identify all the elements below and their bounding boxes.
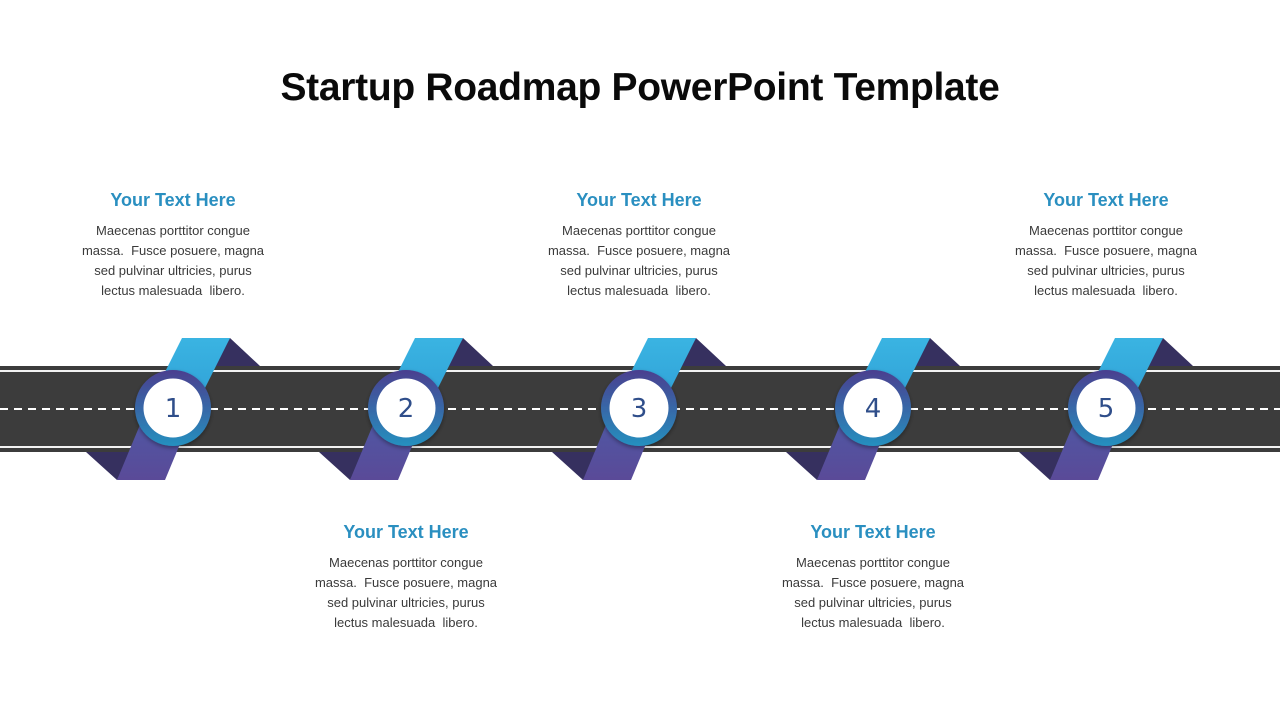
milestone-number: 3 <box>631 394 648 424</box>
milestone-number: 2 <box>398 394 415 424</box>
milestone-text-block-1: Your Text Here Maecenas porttitor congue m… <box>63 190 283 301</box>
milestone-text-block-4: Your Text Here Maecenas porttitor congue m… <box>763 522 983 633</box>
description-line: Maecenas porttitor congue <box>796 555 950 570</box>
milestone-number: 4 <box>865 394 882 424</box>
milestone-text-block-5: Your Text Here Maecenas porttitor congue m… <box>996 190 1216 301</box>
milestone-heading: Your Text Here <box>110 190 236 210</box>
description-line: sed pulvinar ultricies, purus <box>327 595 485 610</box>
description-line: Maecenas porttitor congue <box>96 223 250 238</box>
milestone-description: Maecenas porttitor congue massa. Fusce po… <box>763 553 983 633</box>
milestone-text-block-3: Your Text Here Maecenas porttitor congue m… <box>529 190 749 301</box>
road-graphic: 1 2 3 4 5 <box>0 338 1280 480</box>
milestone-description: Maecenas porttitor congue massa. Fusce po… <box>529 221 749 301</box>
milestone-heading: Your Text Here <box>343 522 469 542</box>
description-line: massa. Fusce posuere, magna <box>781 575 965 590</box>
milestone-heading: Your Text Here <box>1043 190 1169 210</box>
description-line: sed pulvinar ultricies, purus <box>794 595 952 610</box>
milestone-text-block-2: Your Text Here Maecenas porttitor congue m… <box>296 522 516 633</box>
description-line: massa. Fusce posuere, magna <box>81 243 265 258</box>
milestone-number: 1 <box>165 394 182 424</box>
description-line: lectus malesuada libero. <box>101 283 245 298</box>
description-line: lectus malesuada libero. <box>801 615 945 630</box>
milestone-description: Maecenas porttitor congue massa. Fusce po… <box>996 221 1216 301</box>
description-line: massa. Fusce posuere, magna <box>547 243 731 258</box>
description-line: sed pulvinar ultricies, purus <box>94 263 252 278</box>
description-line: Maecenas porttitor congue <box>1029 223 1183 238</box>
description-line: lectus malesuada libero. <box>334 615 478 630</box>
description-line: Maecenas porttitor congue <box>329 555 483 570</box>
description-line: sed pulvinar ultricies, purus <box>1027 263 1185 278</box>
milestone-description: Maecenas porttitor congue massa. Fusce po… <box>63 221 283 301</box>
milestone-heading: Your Text Here <box>810 522 936 542</box>
description-line: sed pulvinar ultricies, purus <box>560 263 718 278</box>
milestone-number: 5 <box>1098 394 1115 424</box>
description-line: massa. Fusce posuere, magna <box>314 575 498 590</box>
milestone-description: Maecenas porttitor congue massa. Fusce po… <box>296 553 516 633</box>
description-line: Maecenas porttitor congue <box>562 223 716 238</box>
description-line: lectus malesuada libero. <box>1034 283 1178 298</box>
milestone-heading: Your Text Here <box>576 190 702 210</box>
description-line: lectus malesuada libero. <box>567 283 711 298</box>
description-line: massa. Fusce posuere, magna <box>1014 243 1198 258</box>
